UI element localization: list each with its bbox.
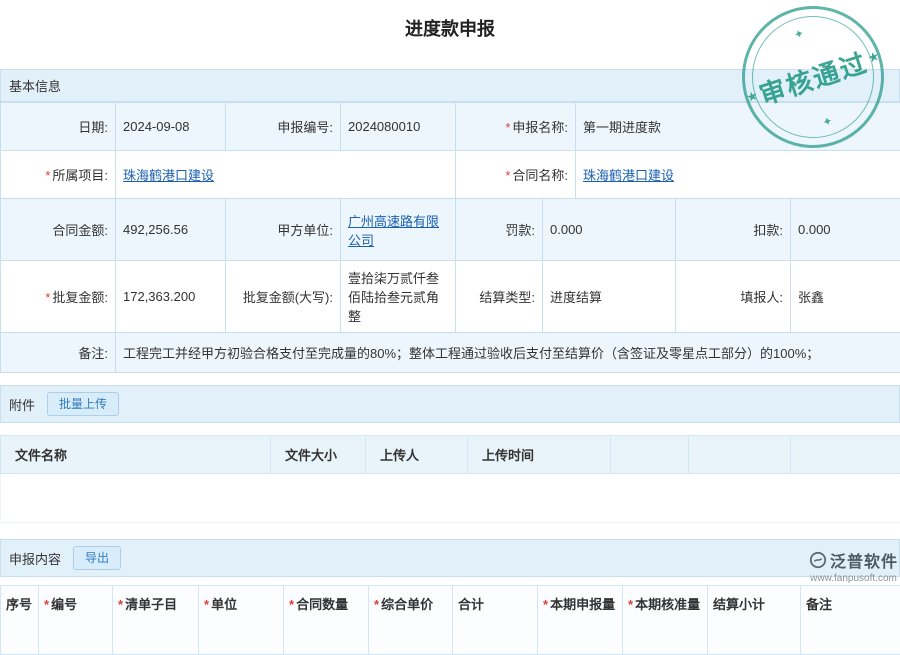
field-declare-name-label: *申报名称: <box>456 103 576 151</box>
field-contract-amount-label: 合同金额: <box>1 199 116 261</box>
col-empty <box>791 436 900 474</box>
field-penalty-value: 0.000 <box>543 199 676 261</box>
required-mark: * <box>118 597 123 612</box>
field-reporter-value: 张鑫 <box>791 261 900 333</box>
required-mark: * <box>543 597 548 612</box>
field-contract-amount-value: 492,256.56 <box>116 199 226 261</box>
attachments-title: 附件 <box>9 395 35 414</box>
col-empty <box>611 436 689 474</box>
col-uploader: 上传人 <box>366 436 468 474</box>
col-file-size: 文件大小 <box>271 436 366 474</box>
field-deduction-value: 0.000 <box>791 199 900 261</box>
col-remark: 备注 <box>801 586 900 655</box>
field-settlement-type-label: 结算类型: <box>456 261 543 333</box>
required-mark: * <box>45 168 50 183</box>
required-mark: * <box>505 120 510 135</box>
col-empty <box>689 436 791 474</box>
field-date-label: 日期: <box>1 103 116 151</box>
field-settlement-type-value: 进度结算 <box>543 261 676 333</box>
col-unit: *单位 <box>199 586 284 655</box>
required-mark: * <box>204 597 209 612</box>
required-mark: * <box>505 168 510 183</box>
declare-content-table: 序号 *编号 *清单子目 *单位 *合同数量 *综合单价 合计 *本期申报量 *… <box>0 585 900 655</box>
required-mark: * <box>628 597 633 612</box>
page-title: 进度款申报 <box>0 0 900 41</box>
field-remark-value: 工程完工并经甲方初验合格支付至完成量的80%；整体工程通过验收后支付至结算价（含… <box>116 333 900 373</box>
required-mark: * <box>44 597 49 612</box>
col-current-approve: *本期核准量 <box>623 586 708 655</box>
contract-link[interactable]: 珠海鹤港口建设 <box>583 168 674 183</box>
field-approved-amount-label: *批复金额: <box>1 261 116 333</box>
required-mark: * <box>289 597 294 612</box>
field-declare-no-label: 申报编号: <box>226 103 341 151</box>
field-approved-amount-value: 172,363.200 <box>116 261 226 333</box>
declare-content-title: 申报内容 <box>9 549 61 568</box>
section-attachments: 附件 批量上传 <box>0 385 900 423</box>
brand-watermark: 泛普软件 www.fanpusoft.com <box>809 548 898 584</box>
col-list-item: *清单子目 <box>113 586 199 655</box>
field-approved-words-label: 批复金额(大写): <box>226 261 341 333</box>
col-seq: 序号 <box>1 586 39 655</box>
field-deduction-label: 扣款: <box>676 199 791 261</box>
col-upload-time: 上传时间 <box>468 436 611 474</box>
field-reporter-label: 填报人: <box>676 261 791 333</box>
field-project-value: 珠海鹤港口建设 <box>116 151 456 199</box>
col-file-name: 文件名称 <box>1 436 271 474</box>
field-contract-value: 珠海鹤港口建设 <box>576 151 900 199</box>
field-party-a-value: 广州高速路有限公司 <box>341 199 456 261</box>
field-declare-name-value: 第一期进度款 <box>576 103 900 151</box>
field-project-label: *所属项目: <box>1 151 116 199</box>
required-mark: * <box>374 597 379 612</box>
brand-site: www.fanpusoft.com <box>809 573 898 584</box>
col-current-declare: *本期申报量 <box>538 586 623 655</box>
export-button[interactable]: 导出 <box>73 546 121 570</box>
col-code: *编号 <box>39 586 113 655</box>
field-approved-words-value: 壹拾柒万贰仟叁佰陆拾叁元贰角整 <box>341 261 456 333</box>
brand-logo-icon <box>809 551 827 569</box>
col-unit-price: *综合单价 <box>369 586 453 655</box>
party-a-link[interactable]: 广州高速路有限公司 <box>348 214 439 248</box>
section-basic-info: 基本信息 <box>0 69 900 102</box>
field-contract-label: *合同名称: <box>456 151 576 199</box>
field-party-a-label: 甲方单位: <box>226 199 341 261</box>
attachments-table: 文件名称 文件大小 上传人 上传时间 <box>0 435 900 523</box>
field-declare-no-value: 2024080010 <box>341 103 456 151</box>
col-settle-subtotal: 结算小计 <box>708 586 801 655</box>
col-total: 合计 <box>453 586 538 655</box>
field-penalty-label: 罚款: <box>456 199 543 261</box>
brand-name: 泛普软件 <box>830 548 898 572</box>
field-date-value: 2024-09-08 <box>116 103 226 151</box>
attachments-empty-area <box>1 474 900 523</box>
field-remark-label: 备注: <box>1 333 116 373</box>
col-contract-qty: *合同数量 <box>284 586 369 655</box>
required-mark: * <box>45 290 50 305</box>
basic-info-table: 日期: 2024-09-08 申报编号: 2024080010 *申报名称: 第… <box>0 102 900 373</box>
basic-info-title: 基本信息 <box>9 76 61 95</box>
section-declare-content: 申报内容 导出 <box>0 539 900 577</box>
project-link[interactable]: 珠海鹤港口建设 <box>123 168 214 183</box>
stamp-star-icon: ★ <box>866 48 882 67</box>
batch-upload-button[interactable]: 批量上传 <box>47 392 119 416</box>
